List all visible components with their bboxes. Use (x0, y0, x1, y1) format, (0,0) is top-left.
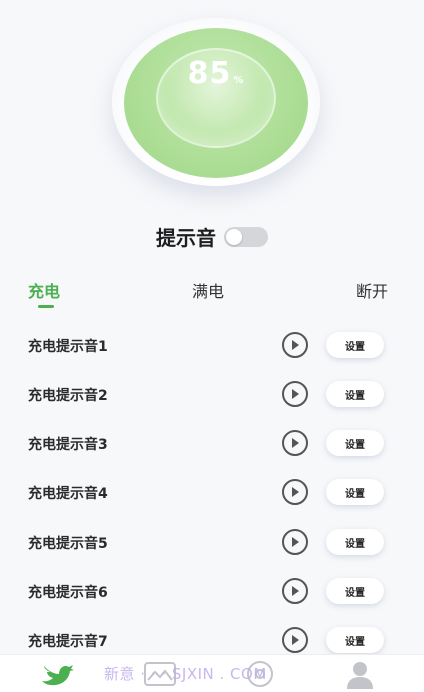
tab-charging[interactable]: 充电 (28, 278, 60, 302)
nav-home[interactable] (40, 659, 76, 689)
battery-value: 85 (187, 56, 232, 91)
sound-toggle-label: 提示音 (156, 226, 216, 250)
set-button[interactable]: 设置 (326, 529, 384, 555)
play-button[interactable] (282, 529, 308, 555)
list-item: 充电提示音6 设置 (0, 566, 424, 616)
play-icon (292, 537, 299, 547)
set-button[interactable]: 设置 (326, 479, 384, 505)
set-button[interactable]: 设置 (326, 627, 384, 653)
list-item: 充电提示音1 设置 (0, 320, 424, 370)
tab-disconnect[interactable]: 断开 (356, 278, 388, 302)
play-button[interactable] (282, 381, 308, 407)
sound-toggle-switch[interactable] (224, 226, 268, 247)
play-icon (292, 635, 299, 645)
bird-icon (42, 665, 74, 686)
sound-toggle-row: 提示音 (0, 222, 424, 251)
battery-percentage: 85% (112, 56, 320, 91)
battery-unit: % (233, 75, 245, 86)
bottom-nav: 新意 · · · SJXIN . COM (0, 654, 424, 692)
sound-label: 充电提示音4 (28, 486, 108, 502)
play-icon (292, 438, 299, 448)
tab-full[interactable]: 满电 (192, 278, 224, 302)
set-button[interactable]: 设置 (326, 381, 384, 407)
nav-profile[interactable] (342, 659, 378, 689)
set-button[interactable]: 设置 (326, 430, 384, 456)
sound-label: 充电提示音3 (28, 437, 108, 453)
play-icon (292, 487, 299, 497)
battery-gauge: 85% (112, 18, 320, 186)
play-icon (292, 340, 299, 350)
sound-label: 充电提示音5 (28, 536, 108, 552)
play-icon (292, 586, 299, 596)
play-button[interactable] (282, 627, 308, 653)
event-tabs: 充电 满电 断开 (0, 276, 424, 316)
user-icon (347, 662, 373, 689)
set-button[interactable]: 设置 (326, 332, 384, 358)
watermark-text: 新意 · · · SJXIN . COM (104, 665, 267, 683)
list-item: 充电提示音4 设置 (0, 467, 424, 517)
play-button[interactable] (282, 332, 308, 358)
sound-label: 充电提示音2 (28, 388, 108, 404)
play-button[interactable] (282, 430, 308, 456)
play-button[interactable] (282, 479, 308, 505)
list-item: 充电提示音5 设置 (0, 517, 424, 567)
sound-label: 充电提示音1 (28, 339, 108, 355)
sound-label: 充电提示音7 (28, 634, 108, 650)
play-button[interactable] (282, 578, 308, 604)
sound-label: 充电提示音6 (28, 585, 108, 601)
toggle-knob (226, 228, 242, 245)
list-item: 充电提示音3 设置 (0, 418, 424, 468)
play-icon (292, 389, 299, 399)
set-button[interactable]: 设置 (326, 578, 384, 604)
list-item: 充电提示音2 设置 (0, 369, 424, 419)
active-tab-indicator (38, 305, 54, 308)
